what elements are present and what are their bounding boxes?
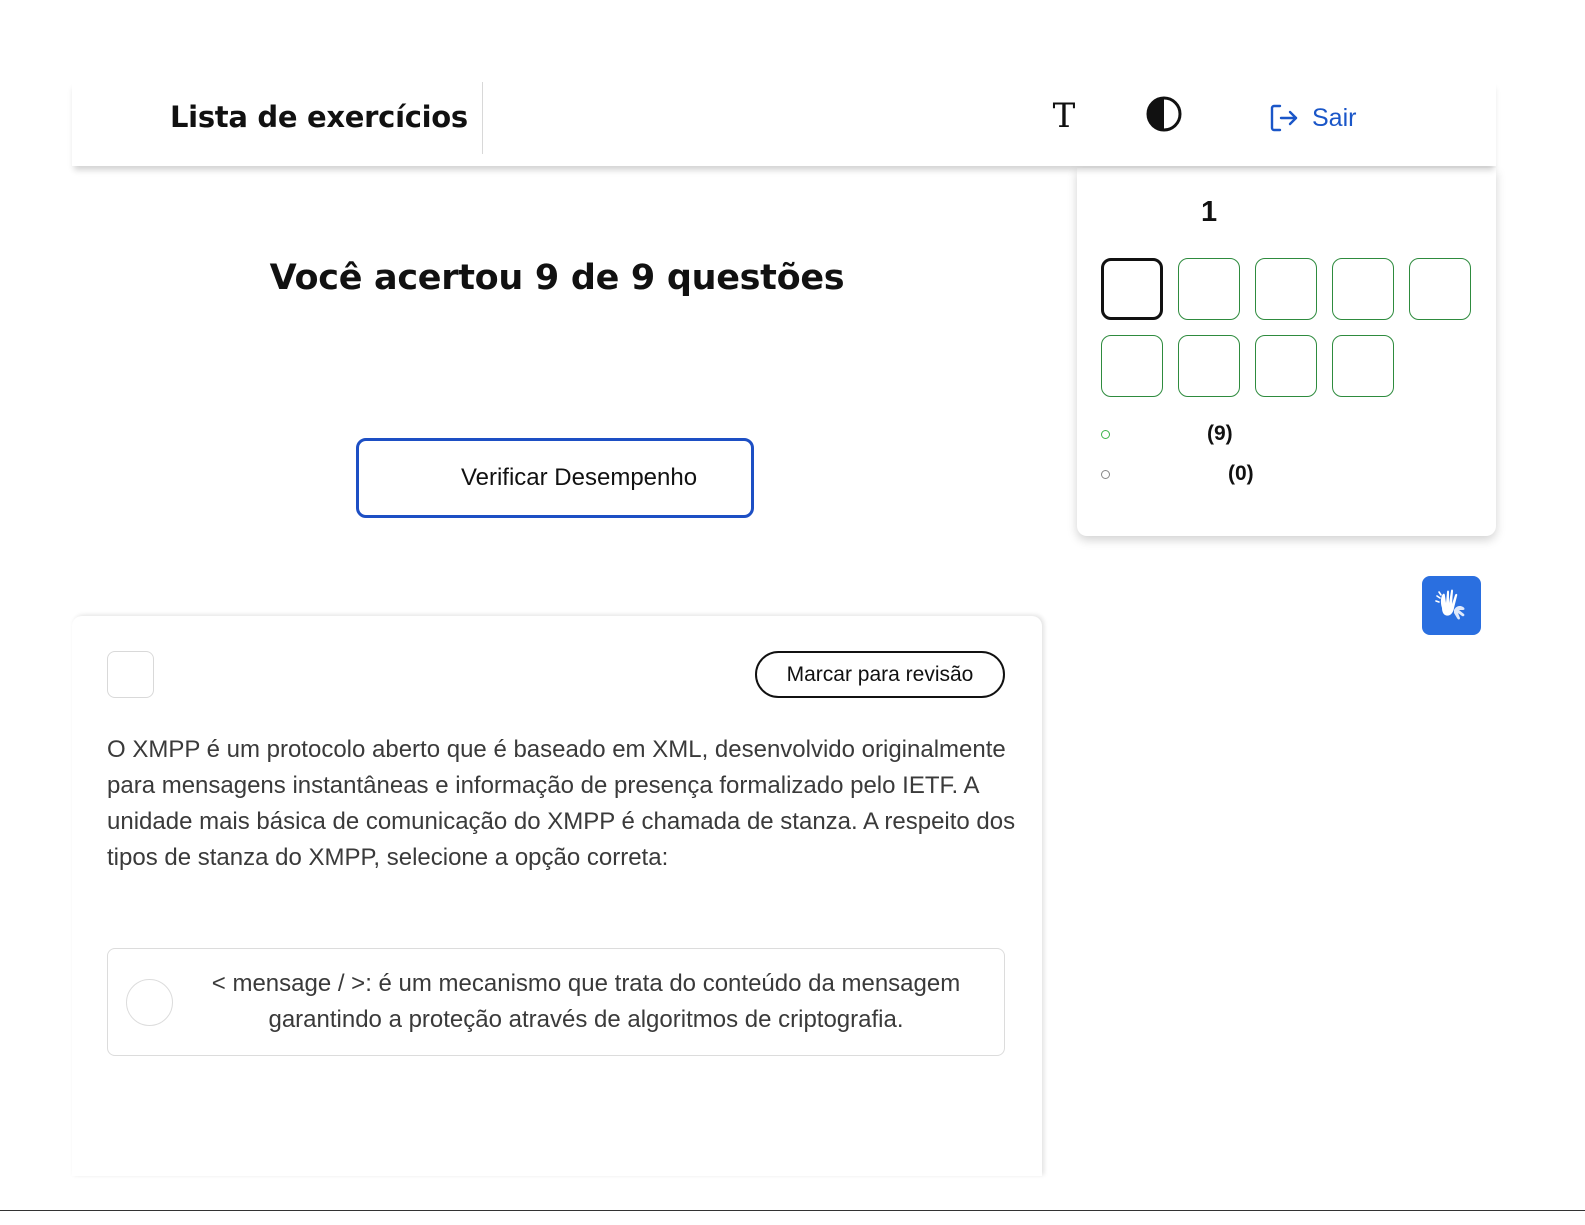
legend-dot-unanswered (1101, 469, 1110, 479)
question-box-7[interactable] (1178, 335, 1240, 397)
option-text: < mensage / >: é um mecanismo que trata … (211, 970, 961, 1033)
question-checkbox[interactable] (107, 651, 154, 698)
legend-dot-answered (1101, 429, 1110, 439)
question-box-6[interactable] (1101, 335, 1163, 397)
legend-answered-count: (9) (1207, 422, 1233, 445)
legend-answered: (9) (1101, 422, 1233, 446)
question-box-5[interactable] (1409, 258, 1471, 320)
verify-performance-button[interactable]: Verificar Desempenho (356, 438, 754, 518)
question-navigator: 1 (9) (0) (1077, 168, 1496, 536)
question-box-9[interactable] (1332, 335, 1394, 397)
legend-unanswered: (0) (1101, 462, 1254, 486)
logout-icon (1268, 102, 1300, 134)
question-box-3[interactable] (1255, 258, 1317, 320)
legend-unanswered-count: (0) (1228, 462, 1254, 485)
header-divider (482, 82, 483, 154)
question-box-8[interactable] (1255, 335, 1317, 397)
logout-label: Sair (1312, 103, 1357, 132)
text-size-icon[interactable]: T (1044, 94, 1084, 138)
logout-button[interactable]: Sair (1268, 100, 1356, 136)
question-box-1[interactable] (1101, 258, 1163, 320)
mark-for-review-button[interactable]: Marcar para revisão (755, 651, 1005, 698)
question-box-2[interactable] (1178, 258, 1240, 320)
sign-language-icon[interactable] (1422, 576, 1481, 635)
bottom-divider (0, 1210, 1585, 1211)
result-title: Você acertou 9 de 9 questões (269, 258, 845, 298)
contrast-icon[interactable] (1146, 96, 1182, 132)
question-text: O XMPP é um protocolo aberto que é basea… (107, 736, 1016, 871)
top-header: Lista de exercícios T Sair (72, 80, 1496, 166)
question-card: Marcar para revisão O XMPP é um protocol… (72, 616, 1042, 1176)
answer-option[interactable]: < mensage / >: é um mecanismo que trata … (107, 948, 1005, 1056)
option-radio[interactable] (126, 979, 173, 1026)
page-title: Lista de exercícios (170, 100, 468, 134)
question-box-4[interactable] (1332, 258, 1394, 320)
current-question-number: 1 (1201, 196, 1218, 228)
